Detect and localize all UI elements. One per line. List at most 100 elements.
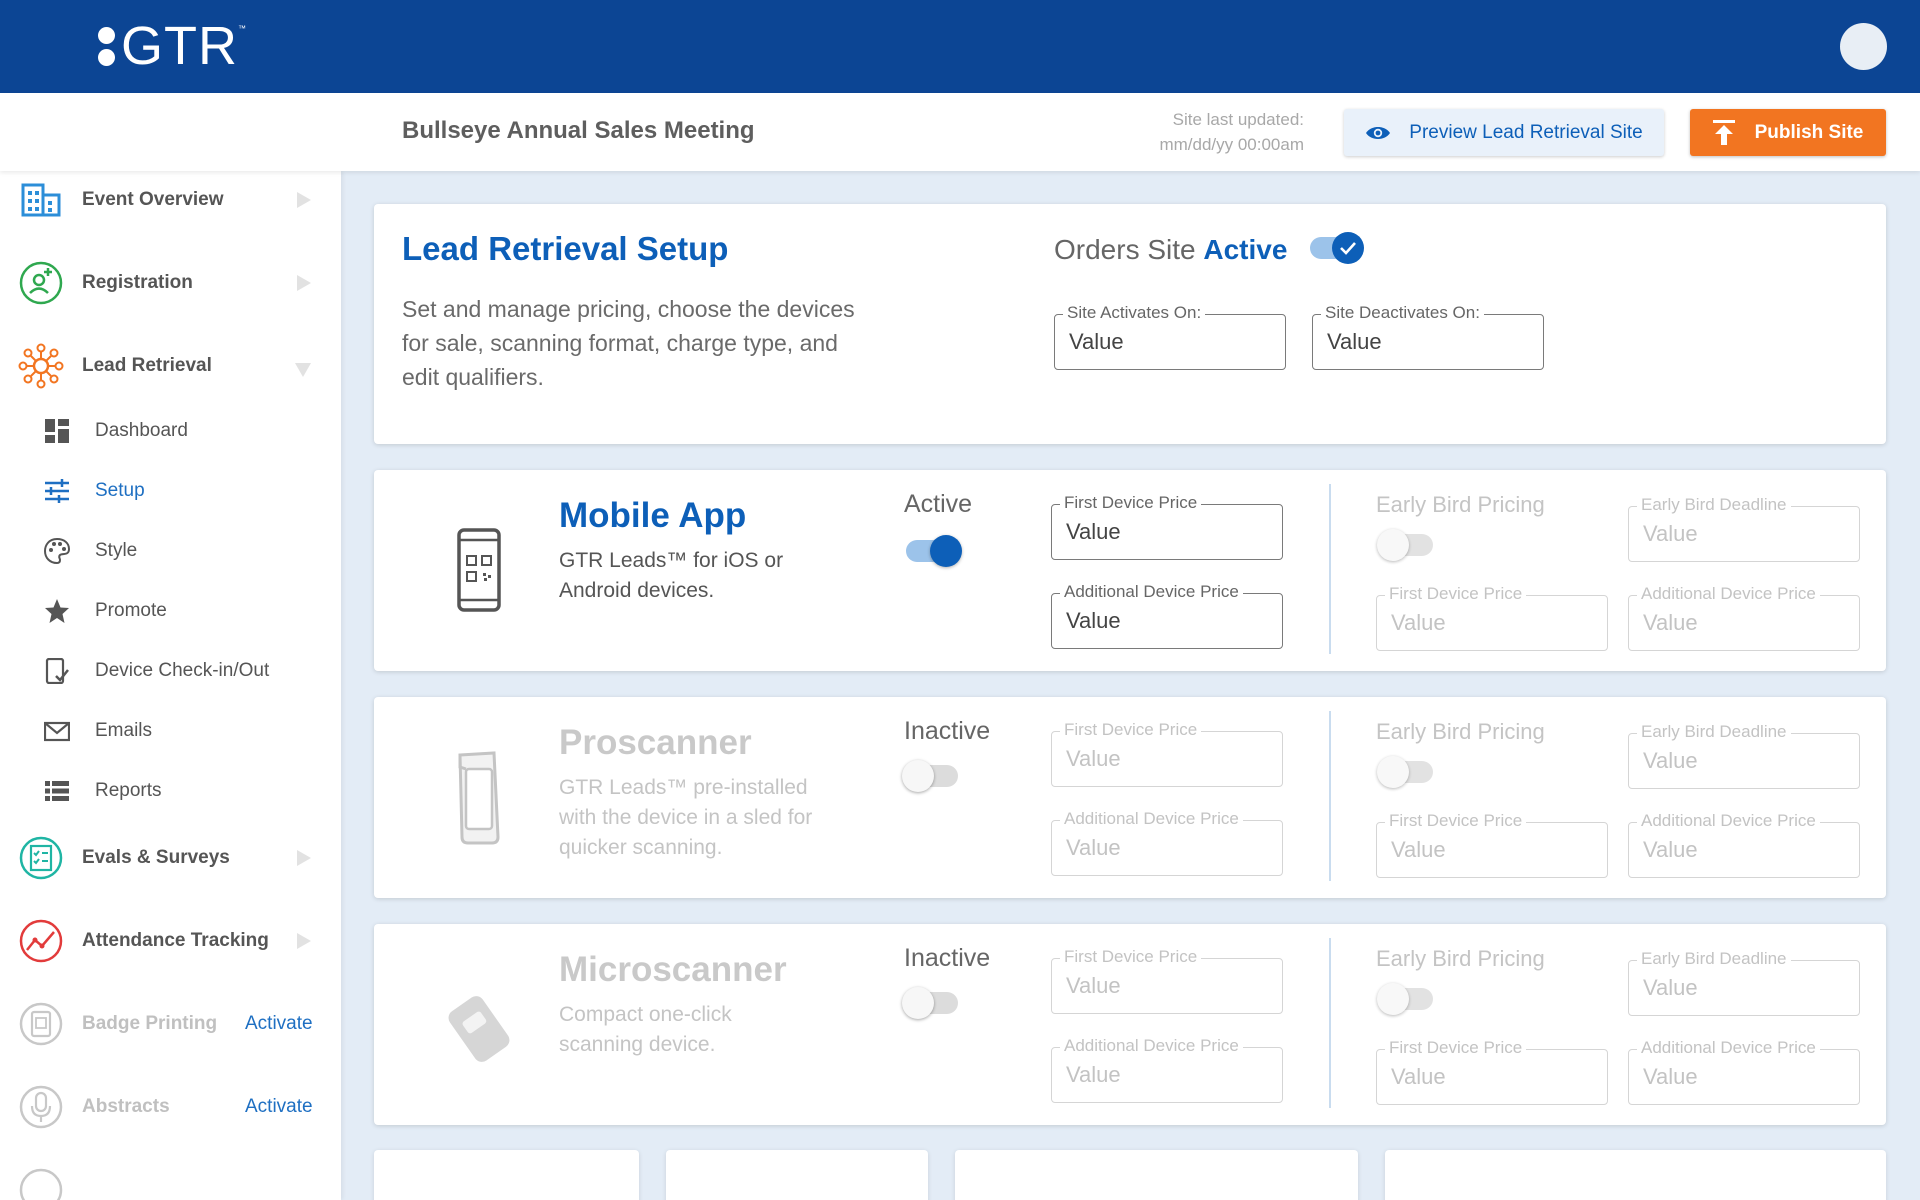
top-bar: GTR ™ xyxy=(0,0,1920,93)
subnav-item-setup[interactable]: Setup xyxy=(0,467,341,511)
sliders-icon xyxy=(45,479,69,503)
setup-title: Lead Retrieval Setup xyxy=(402,230,729,267)
sidebar-item-event-overview[interactable]: Event Overview xyxy=(0,171,341,231)
palette-icon xyxy=(44,538,70,564)
device-card-mobile-app: Mobile App GTR Leads™ for iOS or Android… xyxy=(374,470,1886,671)
sidebar-item-registration[interactable]: Registration xyxy=(0,254,341,314)
sidebar-item-abstracts: Abstracts Activate xyxy=(0,1078,341,1138)
subnav-item-style[interactable]: Style xyxy=(0,527,341,571)
additional-device-price-field[interactable]: Additional Device Price Value xyxy=(1051,809,1283,876)
subnav-item-dashboard[interactable]: Dashboard xyxy=(0,407,341,451)
early-bird-toggle[interactable] xyxy=(1377,529,1433,561)
device-check-icon xyxy=(45,658,69,684)
device-status: Active xyxy=(904,490,973,518)
field-value: Value xyxy=(1066,519,1121,544)
device-description: Compact one-click scanning device. xyxy=(559,1003,732,1056)
early-bird-deadline-field[interactable]: Early Bird Deadline Value xyxy=(1628,949,1860,1016)
check-icon xyxy=(1332,232,1364,264)
network-icon xyxy=(18,343,64,389)
field-value: Value xyxy=(1643,975,1698,1000)
site-deactivates-label: Site Deactivates On: xyxy=(1321,303,1484,323)
sidebar-item-lead-retrieval[interactable]: Lead Retrieval xyxy=(0,337,341,397)
device-active-toggle[interactable] xyxy=(906,535,962,567)
device-title: Microscanner xyxy=(559,950,787,989)
early-bird-additional-price-field[interactable]: Additional Device Price Value xyxy=(1628,584,1860,651)
early-bird-additional-price-field[interactable]: Additional Device Price Value xyxy=(1628,1038,1860,1105)
field-value: Value xyxy=(1643,1064,1698,1089)
subnav-item-reports[interactable]: Reports xyxy=(0,767,341,811)
preview-site-button[interactable]: Preview Lead Retrieval Site xyxy=(1344,109,1664,156)
chevron-down-icon xyxy=(295,363,311,377)
device-active-toggle[interactable] xyxy=(902,987,958,1019)
early-bird-deadline-field[interactable]: Early Bird Deadline Value xyxy=(1628,722,1860,789)
first-device-price-field[interactable]: First Device Price Value xyxy=(1051,947,1283,1014)
device-card-proscanner: Proscanner GTR Leads™ pre-installed with… xyxy=(374,697,1886,898)
activate-badge-printing-link[interactable]: Activate xyxy=(245,1013,313,1035)
early-bird-label: Early Bird Pricing xyxy=(1376,719,1545,744)
early-bird-first-price-field[interactable]: First Device Price Value xyxy=(1376,811,1608,878)
early-bird-first-price-field[interactable]: First Device Price Value xyxy=(1376,584,1608,651)
field-label: Early Bird Deadline xyxy=(1637,949,1791,969)
field-label: First Device Price xyxy=(1060,720,1202,740)
option-card[interactable] xyxy=(955,1150,1358,1200)
field-label: First Device Price xyxy=(1385,584,1527,604)
gtr-logo[interactable]: GTR ™ xyxy=(98,16,246,76)
divider xyxy=(1329,938,1331,1108)
sidebar-item-label: Attendance Tracking xyxy=(82,930,269,951)
user-avatar[interactable] xyxy=(1840,23,1887,70)
option-card[interactable] xyxy=(374,1150,639,1200)
trend-icon xyxy=(19,919,63,963)
early-bird-additional-price-field[interactable]: Additional Device Price Value xyxy=(1628,811,1860,878)
additional-device-price-field[interactable]: Additional Device Price Value xyxy=(1051,1036,1283,1103)
subnav-item-promote[interactable]: Promote xyxy=(0,587,341,631)
sidebar-item-attendance-tracking[interactable]: Attendance Tracking xyxy=(0,912,341,972)
additional-device-price-field[interactable]: Additional Device Price Value xyxy=(1051,582,1283,649)
sidebar-item-label: Abstracts xyxy=(82,1096,170,1117)
device-title: Mobile App xyxy=(559,496,747,535)
sidebar-item-evals-surveys[interactable]: Evals & Surveys xyxy=(0,829,341,889)
chevron-right-icon xyxy=(297,933,311,949)
option-card[interactable] xyxy=(666,1150,928,1200)
activate-abstracts-link[interactable]: Activate xyxy=(245,1096,313,1118)
device-active-toggle[interactable] xyxy=(902,760,958,792)
partial-item-icon xyxy=(19,1168,63,1200)
early-bird-toggle[interactable] xyxy=(1377,756,1433,788)
site-deactivates-field[interactable]: Site Deactivates On: Value xyxy=(1312,303,1544,370)
field-value: Value xyxy=(1391,837,1446,862)
field-label: Additional Device Price xyxy=(1637,1038,1820,1058)
first-device-price-field[interactable]: First Device Price Value xyxy=(1051,493,1283,560)
dashboard-icon xyxy=(45,419,69,443)
field-label: Additional Device Price xyxy=(1637,584,1820,604)
orders-site-status: Orders Site Active xyxy=(1054,234,1287,266)
field-value: Value xyxy=(1066,1062,1121,1087)
field-label: First Device Price xyxy=(1385,811,1527,831)
first-device-price-field[interactable]: First Device Price Value xyxy=(1051,720,1283,787)
logo-trademark: ™ xyxy=(238,24,246,33)
subnav-item-emails[interactable]: Emails xyxy=(0,707,341,751)
event-title: Bullseye Annual Sales Meeting xyxy=(402,117,755,144)
mail-icon xyxy=(44,721,70,742)
publish-site-button[interactable]: Publish Site xyxy=(1690,109,1886,156)
field-value: Value xyxy=(1391,1064,1446,1089)
early-bird-toggle[interactable] xyxy=(1377,983,1433,1015)
badge-icon xyxy=(19,1002,63,1046)
early-bird-first-price-field[interactable]: First Device Price Value xyxy=(1376,1038,1608,1105)
micro-scanner-icon xyxy=(448,996,510,1062)
star-icon xyxy=(45,599,69,623)
option-card[interactable] xyxy=(1385,1150,1886,1200)
field-label: Additional Device Price xyxy=(1060,809,1243,829)
field-label: Additional Device Price xyxy=(1637,811,1820,831)
early-bird-deadline-field[interactable]: Early Bird Deadline Value xyxy=(1628,495,1860,562)
device-description: GTR Leads™ for iOS or Android devices. xyxy=(559,549,784,602)
divider xyxy=(1329,711,1331,881)
subnav-item-device-check[interactable]: Device Check-in/Out xyxy=(0,647,341,691)
field-value: Value xyxy=(1391,610,1446,635)
logo-text: GTR xyxy=(121,16,238,76)
field-value: Value xyxy=(1066,973,1121,998)
orders-site-prefix: Orders Site xyxy=(1054,234,1196,265)
site-activates-field[interactable]: Site Activates On: Value xyxy=(1054,303,1286,370)
chevron-right-icon xyxy=(297,192,311,208)
orders-site-toggle[interactable] xyxy=(1310,232,1366,264)
device-description: GTR Leads™ pre-installed with the device… xyxy=(559,776,813,859)
field-label: Additional Device Price xyxy=(1060,582,1243,602)
